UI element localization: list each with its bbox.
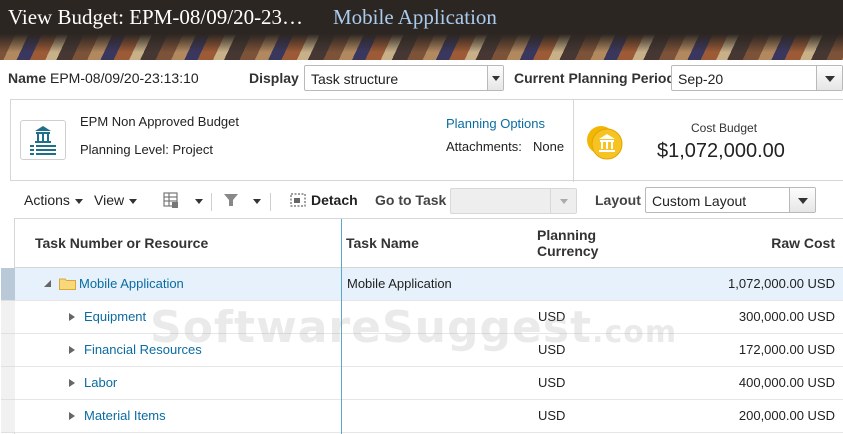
- period-select-value: Sep-20: [678, 71, 724, 87]
- filter-dropdown[interactable]: [248, 192, 261, 208]
- filter-icon[interactable]: [222, 191, 240, 212]
- chevron-down-icon: [824, 76, 835, 82]
- table-row[interactable]: Equipment USD 300,000.00 USD: [1, 301, 843, 334]
- page-title: View Budget: EPM-08/09/20-23…: [8, 5, 304, 29]
- grid-header: Task Number or Resource Task Name Planni…: [15, 219, 843, 268]
- task-name-cell: Mobile Application: [347, 276, 452, 291]
- planning-level: Planning Level: Project: [80, 142, 213, 157]
- currency-cell: USD: [538, 309, 566, 324]
- col-header-task-name[interactable]: Task Name: [346, 235, 419, 251]
- attachments-label: Attachments:: [446, 139, 522, 154]
- freeze-columns-icon[interactable]: [162, 191, 180, 212]
- attachments-value[interactable]: None: [533, 139, 564, 154]
- table-row[interactable]: Labor USD 400,000.00 USD: [1, 367, 843, 400]
- expand-icon[interactable]: [69, 379, 75, 387]
- col-header-raw-cost[interactable]: Raw Cost: [771, 235, 835, 251]
- cost-budget-label: Cost Budget: [691, 121, 758, 135]
- chevron-down-icon: [559, 199, 568, 204]
- layout-dropdown-button[interactable]: [789, 188, 815, 212]
- resource-link[interactable]: Material Items: [84, 408, 166, 423]
- expand-icon[interactable]: [69, 412, 75, 420]
- planning-options-link[interactable]: Planning Options: [446, 116, 545, 131]
- chevron-down-icon: [797, 198, 808, 204]
- frozen-column-divider[interactable]: [341, 219, 342, 434]
- raw-cost-cell: 172,000.00 USD: [738, 342, 835, 357]
- col-header-resource[interactable]: Task Number or Resource: [35, 235, 208, 251]
- caret-down-icon: [253, 198, 261, 204]
- display-select-value: Task structure: [311, 71, 399, 87]
- row-header[interactable]: [1, 367, 15, 400]
- expand-icon[interactable]: [69, 346, 75, 354]
- actions-menu[interactable]: Actions: [24, 192, 83, 208]
- budget-document-icon: [20, 120, 66, 160]
- title-bar: View Budget: EPM-08/09/20-23… Mobile App…: [0, 0, 843, 60]
- detach-button[interactable]: Detach: [311, 192, 358, 208]
- period-label: Current Planning Period: [514, 70, 676, 86]
- toolbar-separator: [211, 193, 212, 211]
- header-row: Name EPM-08/09/20-23:13:10 Display Task …: [0, 64, 843, 92]
- table-row[interactable]: Material Items USD 200,000.00 USD: [1, 400, 843, 433]
- row-header[interactable]: [1, 268, 15, 301]
- budget-type: EPM Non Approved Budget: [80, 114, 239, 129]
- raw-cost-cell: 1,072,000.00 USD: [728, 276, 835, 291]
- currency-cell: USD: [538, 408, 566, 423]
- display-dropdown-button[interactable]: [487, 66, 503, 90]
- layout-label: Layout: [595, 192, 641, 208]
- expand-icon[interactable]: [69, 313, 75, 321]
- period-dropdown-button[interactable]: [816, 66, 842, 90]
- budget-info-panel: EPM Non Approved Budget Planning Level: …: [10, 99, 843, 182]
- resource-link[interactable]: Equipment: [84, 309, 146, 324]
- layout-select-value: Custom Layout: [652, 193, 747, 209]
- display-select[interactable]: Task structure: [304, 65, 504, 91]
- period-select[interactable]: Sep-20: [671, 65, 843, 91]
- title-banner-fade: [0, 34, 843, 60]
- freeze-dropdown[interactable]: [190, 192, 203, 208]
- name-label: Name: [8, 70, 47, 86]
- toolbar-separator: [270, 193, 271, 211]
- view-menu[interactable]: View: [94, 192, 138, 208]
- page-subtitle: Mobile Application: [333, 5, 497, 29]
- currency-cell: USD: [538, 375, 566, 390]
- actions-menu-label: Actions: [24, 192, 70, 208]
- detach-icon[interactable]: [289, 191, 307, 212]
- go-to-task-select[interactable]: [450, 188, 577, 214]
- panel-divider: [573, 100, 574, 182]
- caret-down-icon: [195, 198, 203, 204]
- row-header[interactable]: [1, 334, 15, 367]
- resource-link[interactable]: Financial Resources: [84, 342, 202, 357]
- caret-down-icon: [74, 198, 83, 204]
- folder-icon: [59, 277, 76, 290]
- resource-link[interactable]: Mobile Application: [79, 276, 184, 291]
- display-label: Display: [249, 70, 299, 86]
- col-header-currency[interactable]: Currency: [537, 243, 598, 259]
- budget-grid: Task Number or Resource Task Name Planni…: [1, 218, 843, 434]
- collapse-icon[interactable]: [44, 280, 51, 287]
- row-header[interactable]: [1, 400, 15, 433]
- go-to-task-dropdown-button[interactable]: [550, 189, 576, 213]
- raw-cost-cell: 400,000.00 USD: [738, 375, 835, 390]
- table-row[interactable]: Mobile Application Mobile Application 1,…: [1, 268, 843, 301]
- raw-cost-cell: 200,000.00 USD: [738, 408, 835, 423]
- name-value: EPM-08/09/20-23:13:10: [50, 70, 199, 86]
- layout-select[interactable]: Custom Layout: [645, 187, 816, 213]
- cost-budget-value: $1,072,000.00: [657, 140, 785, 162]
- coin-bank-icon: [586, 123, 624, 161]
- caret-down-icon: [129, 198, 138, 204]
- table-row[interactable]: Financial Resources USD 172,000.00 USD: [1, 334, 843, 367]
- view-menu-label: View: [94, 192, 125, 208]
- col-header-planning[interactable]: Planning: [537, 227, 596, 243]
- raw-cost-cell: 300,000.00 USD: [738, 309, 835, 324]
- chevron-down-icon: [491, 76, 500, 81]
- resource-link[interactable]: Labor: [84, 375, 117, 390]
- go-to-task-label: Go to Task: [375, 192, 447, 208]
- row-header[interactable]: [1, 301, 15, 334]
- grid-toolbar: Actions View Detach Go to Task Layout Cu…: [0, 185, 843, 217]
- currency-cell: USD: [538, 342, 566, 357]
